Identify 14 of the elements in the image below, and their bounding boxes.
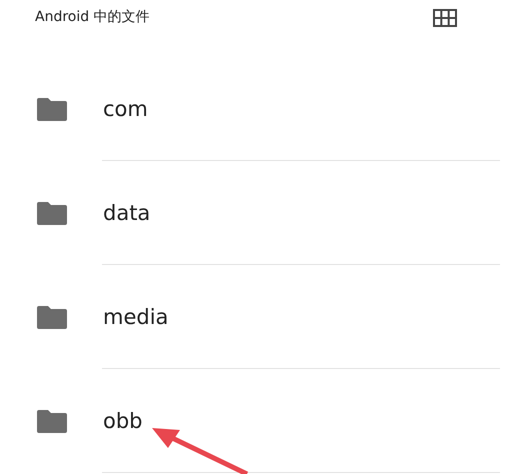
folder-title: Android 中的文件 [35, 8, 150, 26]
folder-icon [37, 306, 67, 328]
folder-name: com [103, 97, 148, 121]
folder-icon [37, 98, 67, 120]
folder-name: data [103, 201, 150, 225]
folder-item[interactable]: media [0, 265, 512, 369]
folder-icon [37, 202, 67, 224]
folder-icon [37, 410, 67, 432]
folder-item[interactable]: data [0, 161, 512, 265]
folder-name: obb [103, 409, 143, 433]
folder-name: media [103, 305, 168, 329]
grid-view-icon[interactable] [433, 9, 457, 27]
folder-item[interactable]: com [0, 57, 512, 161]
folder-item[interactable]: obb [0, 369, 512, 473]
